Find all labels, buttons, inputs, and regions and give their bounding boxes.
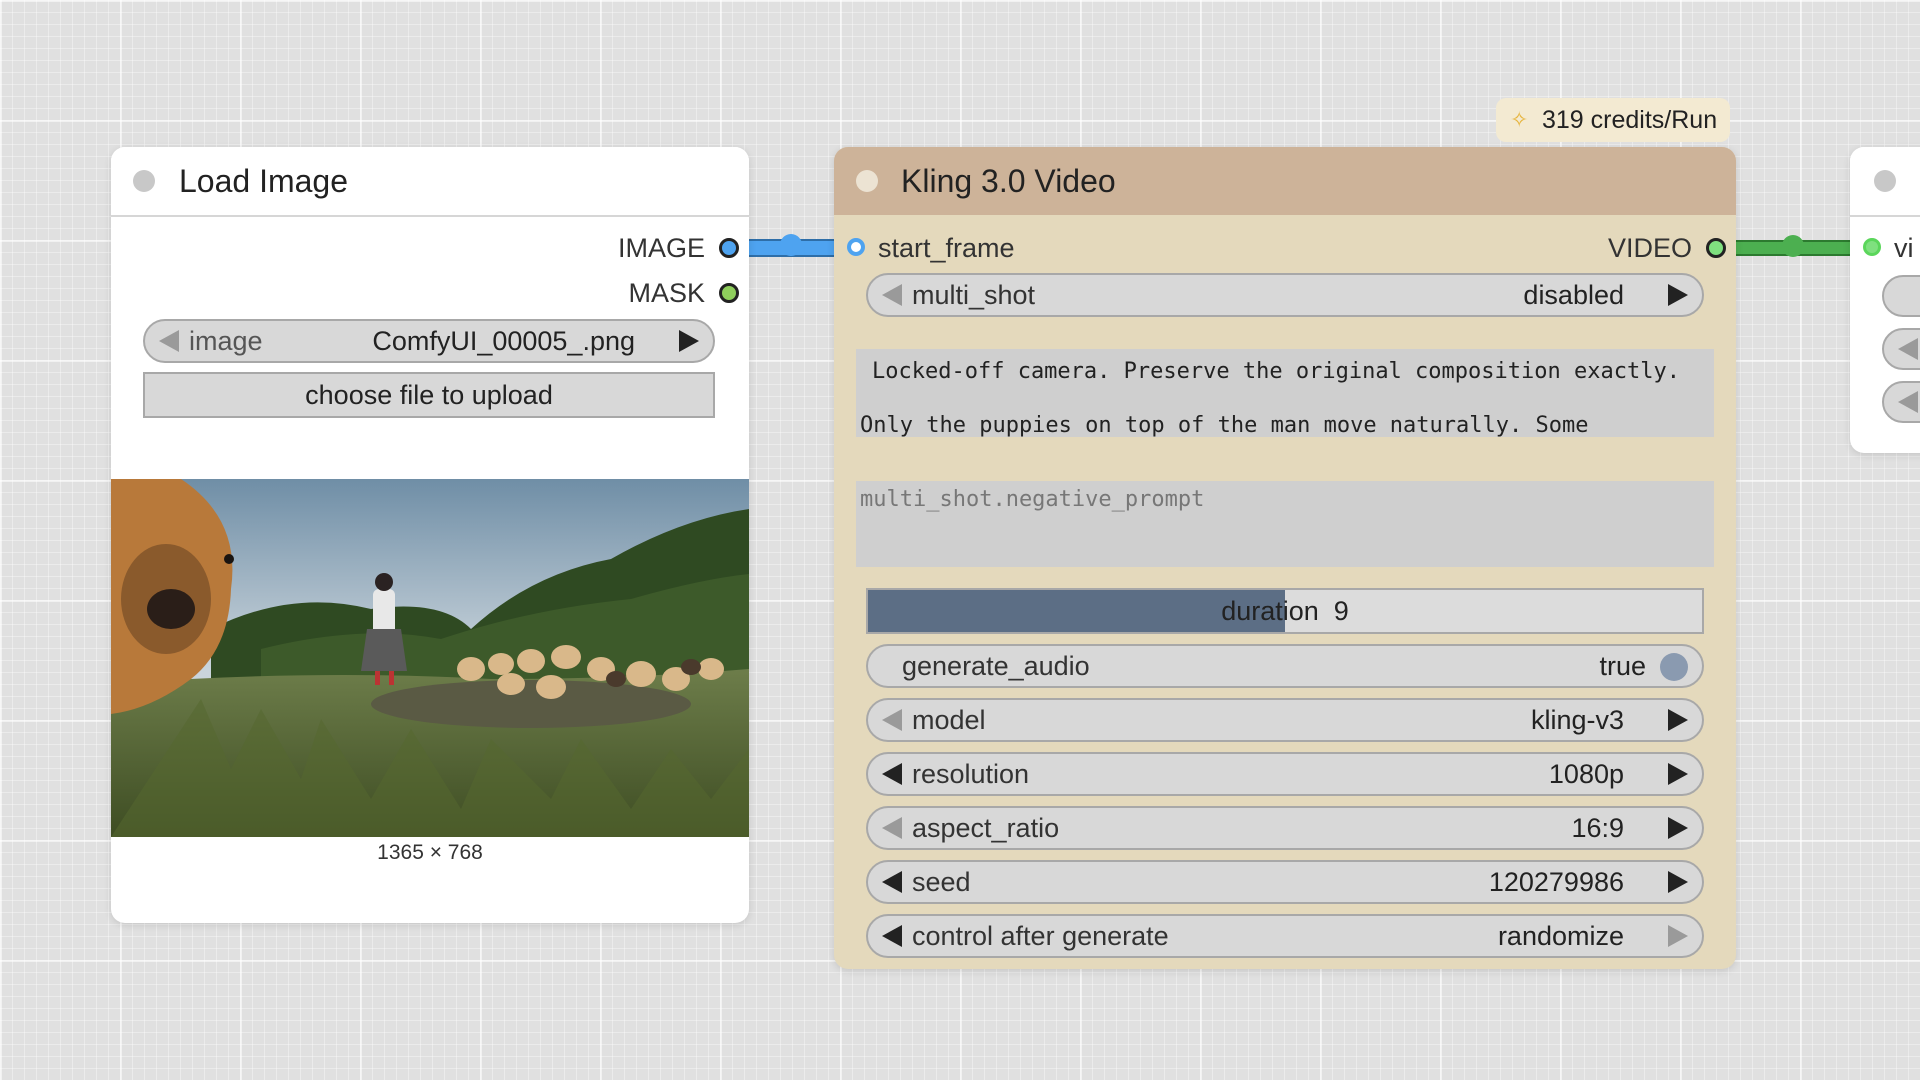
image-preview [111, 479, 749, 837]
increment-arrow-icon[interactable] [1668, 871, 1688, 893]
prompt-line-1: Locked-off camera. Preserve the original… [872, 359, 1680, 384]
kling-header[interactable]: Kling 3.0 Video [834, 147, 1736, 215]
duration-label: duration [1221, 596, 1319, 626]
collapse-dot[interactable] [856, 170, 878, 192]
multi-shot-combo[interactable]: multi_shot disabled [866, 273, 1704, 317]
resolution-value: 1080p [1548, 759, 1624, 789]
next-arrow-icon[interactable] [1668, 817, 1688, 839]
negative-prompt-placeholder: multi_shot.negative_prompt [860, 487, 1205, 512]
toggle-knob-icon[interactable] [1660, 653, 1688, 681]
video-output-node[interactable]: vi [1850, 147, 1920, 453]
image-selector-label: image [189, 326, 263, 356]
prev-arrow-icon[interactable] [882, 817, 902, 839]
collapse-dot[interactable] [1874, 170, 1896, 192]
preview-photo [111, 479, 749, 837]
image-selector[interactable]: image ComfyUI_00005_.png [143, 319, 715, 363]
video-output-port[interactable] [1706, 238, 1726, 258]
credits-icon: ✧ [1510, 107, 1529, 132]
prev-arrow-icon[interactable] [1898, 338, 1918, 360]
generate-audio-label: generate_audio [902, 651, 1090, 681]
next-arrow-icon[interactable] [1668, 284, 1688, 306]
widget-stub-2[interactable] [1882, 328, 1920, 370]
next-arrow-icon[interactable] [1668, 709, 1688, 731]
prev-arrow-icon[interactable] [882, 284, 902, 306]
duration-slider[interactable]: duration 9 [866, 588, 1704, 634]
prev-arrow-icon[interactable] [882, 709, 902, 731]
resolution-combo[interactable]: resolution 1080p [866, 752, 1704, 796]
decrement-arrow-icon[interactable] [882, 871, 902, 893]
input-label-video: vi [1894, 233, 1914, 263]
model-combo[interactable]: model kling-v3 [866, 698, 1704, 742]
next-arrow-icon[interactable] [679, 330, 699, 352]
video-input-port[interactable] [1863, 238, 1881, 256]
input-label-start-frame: start_frame [878, 233, 1015, 263]
seed-label: seed [912, 867, 971, 897]
image-output-port[interactable] [719, 238, 739, 258]
prev-arrow-icon[interactable] [882, 925, 902, 947]
control-after-generate-label: control after generate [912, 921, 1169, 951]
generate-audio-toggle[interactable]: generate_audio true [866, 644, 1704, 688]
image-selector-value: ComfyUI_00005_.png [372, 326, 635, 356]
upload-button[interactable]: choose file to upload [143, 372, 715, 418]
duration-text: duration 9 [868, 590, 1702, 632]
prev-arrow-icon[interactable] [159, 330, 179, 352]
seed-value: 120279986 [1488, 867, 1624, 897]
start-frame-input-port[interactable] [847, 238, 865, 256]
credits-badge: ✧ 319 credits/Run [1496, 98, 1730, 142]
output-label-mask: MASK [628, 278, 705, 308]
mask-output-port[interactable] [719, 283, 739, 303]
multi-shot-label: multi_shot [912, 280, 1036, 310]
prompt-textarea[interactable]: Locked-off camera. Preserve the original… [856, 349, 1714, 437]
image-link-midpoint[interactable] [780, 234, 802, 256]
prev-arrow-icon[interactable] [1898, 391, 1918, 413]
collapse-dot[interactable] [133, 170, 155, 192]
negative-prompt-textarea[interactable]: multi_shot.negative_prompt [856, 481, 1714, 567]
generate-audio-value: true [1599, 651, 1646, 681]
seed-number[interactable]: seed 120279986 [866, 860, 1704, 904]
model-label: model [912, 705, 986, 735]
output-label-image: IMAGE [617, 233, 705, 263]
video-link-midpoint[interactable] [1782, 235, 1804, 257]
control-after-generate-value: randomize [1497, 921, 1624, 951]
control-after-generate-combo[interactable]: control after generate randomize [866, 914, 1704, 958]
node-title: Load Image [179, 163, 349, 199]
aspect-ratio-label: aspect_ratio [912, 813, 1060, 843]
prev-arrow-icon[interactable] [882, 763, 902, 785]
widget-stub-1[interactable] [1882, 275, 1920, 317]
load-image-node[interactable]: Load Image IMAGE MASK image ComfyUI_0000… [111, 147, 749, 923]
next-arrow-icon[interactable] [1668, 763, 1688, 785]
multi-shot-value: disabled [1523, 280, 1624, 310]
node-title: Kling 3.0 Video [901, 163, 1116, 199]
kling-video-node[interactable]: Kling 3.0 Video start_frame VIDEO multi_… [834, 147, 1736, 969]
widget-stub-3[interactable] [1882, 381, 1920, 423]
image-size-label: 1365 × 768 [377, 841, 483, 864]
aspect-ratio-combo[interactable]: aspect_ratio 16:9 [866, 806, 1704, 850]
resolution-label: resolution [912, 759, 1030, 789]
credits-text: 319 credits/Run [1542, 106, 1718, 134]
model-value: kling-v3 [1530, 705, 1624, 735]
load-image-header[interactable]: Load Image [111, 147, 749, 217]
video-output-header[interactable] [1850, 147, 1920, 217]
prompt-line-2: Only the puppies on top of the man move … [860, 413, 1589, 437]
next-arrow-icon[interactable] [1668, 925, 1688, 947]
aspect-ratio-value: 16:9 [1571, 813, 1624, 843]
duration-value: 9 [1333, 596, 1349, 626]
output-label-video: VIDEO [1607, 233, 1692, 263]
